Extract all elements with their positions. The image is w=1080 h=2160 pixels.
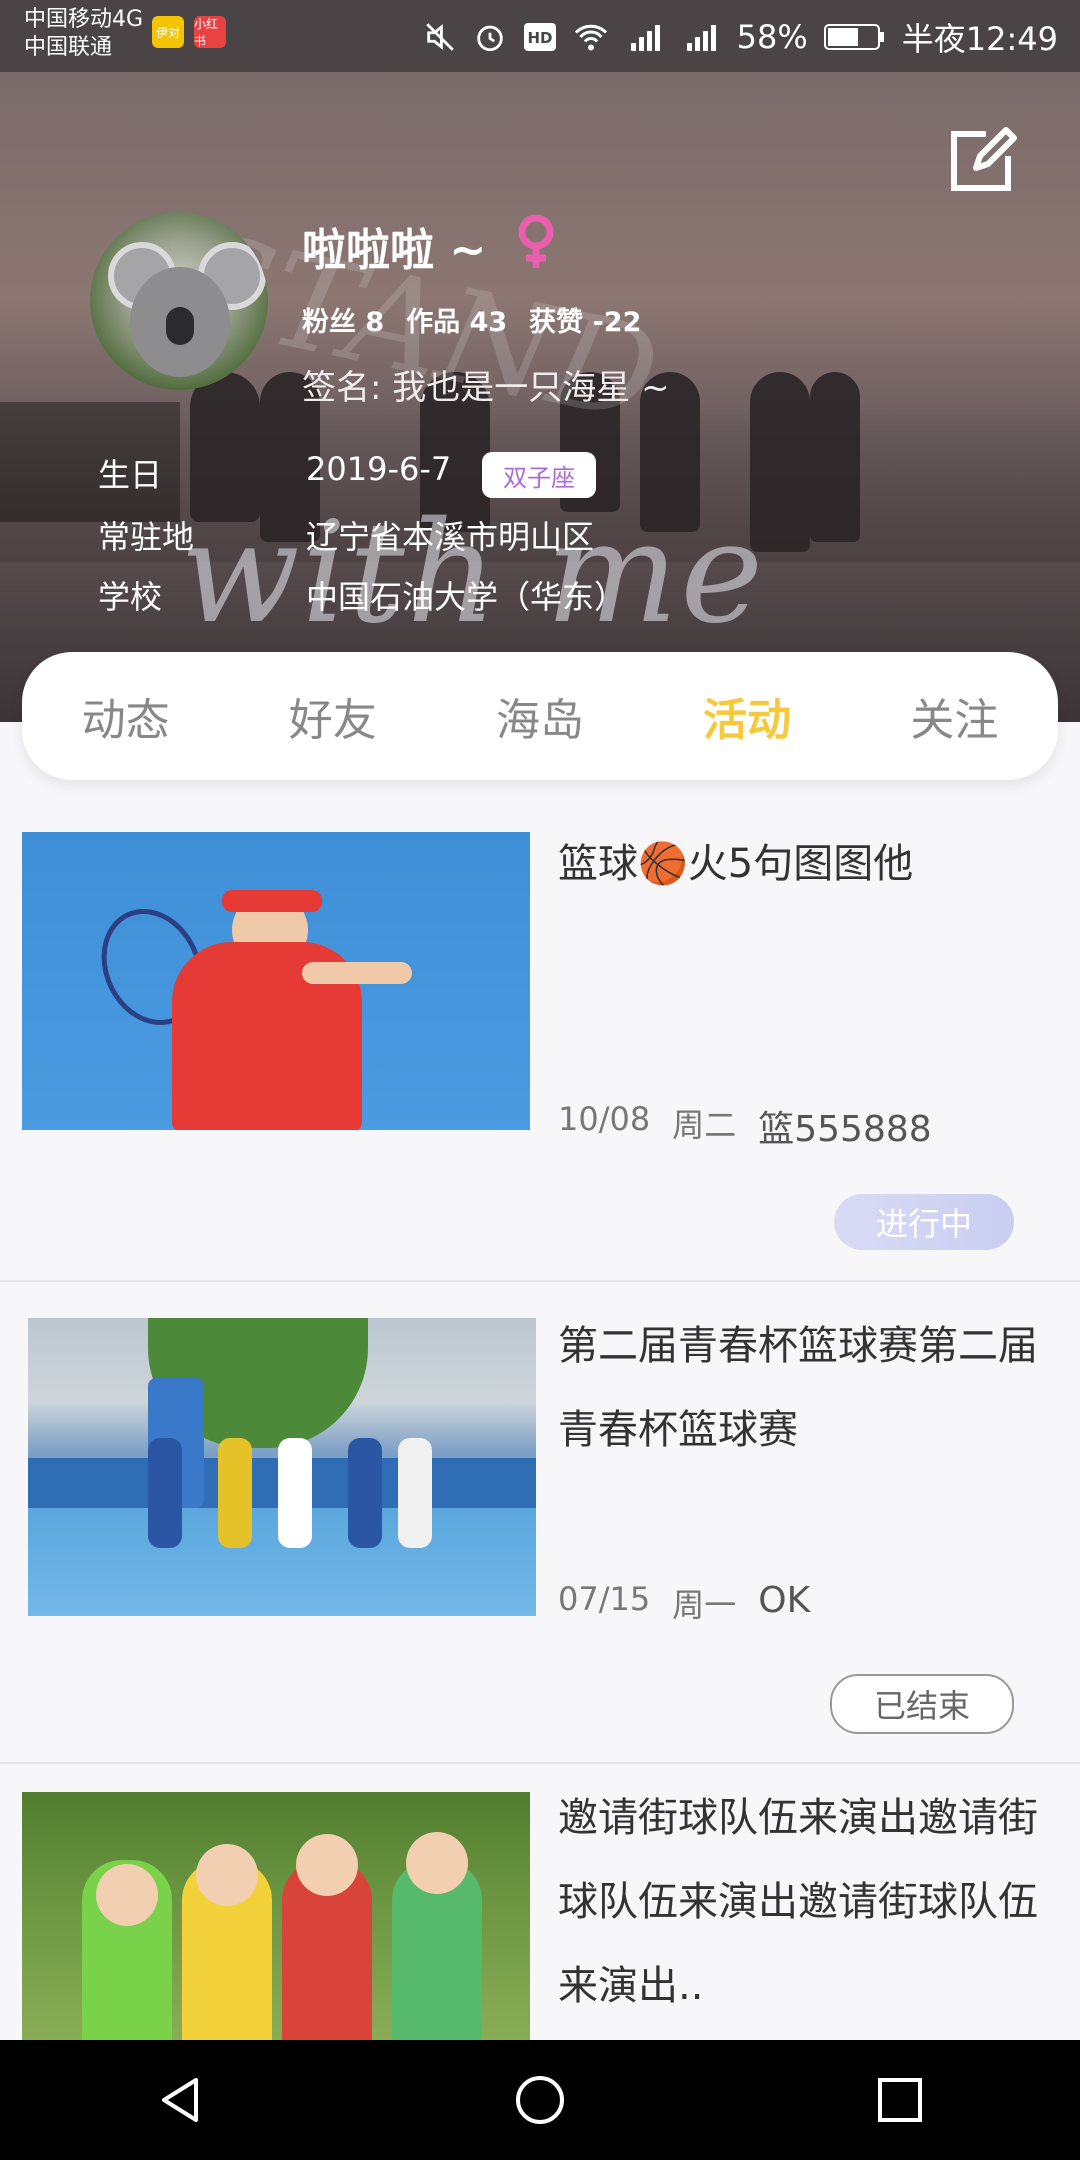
recent-apps-icon[interactable] xyxy=(872,2072,928,2128)
carrier-info: 中国移动4G 中国联通 xyxy=(24,6,143,62)
signal-4g-icon xyxy=(625,21,665,53)
profile-header: STAND with me 啦啦啦 ~ 粉丝 8 作品 43 获赞 -22 签名… xyxy=(0,72,1080,722)
kid-head xyxy=(196,1844,258,1906)
likes-count[interactable]: 获赞 -22 xyxy=(529,300,641,339)
profile-signature: 签名: 我也是一只海星 ~ xyxy=(302,368,670,408)
profile-tab-bar: 动态 好友 海岛 活动 关注 xyxy=(22,652,1058,780)
activity-title: 第二届青春杯篮球赛第二届青春杯篮球赛 xyxy=(558,1323,1038,1453)
activity-date: 07/15 xyxy=(558,1580,651,1618)
activity-code: 篮555888 xyxy=(758,1109,932,1150)
activity-meta: 07/15 周一 OK xyxy=(558,1580,810,1626)
activity-title: 邀请街球队伍来演出邀请街球队伍来演出邀请街球队伍来演出.. xyxy=(558,1795,1038,2009)
tab-following[interactable]: 关注 xyxy=(910,684,998,748)
carrier-secondary: 中国联通 xyxy=(24,35,113,60)
notification-apps: 伊对 小红书 xyxy=(152,16,226,48)
basketball-player xyxy=(348,1438,382,1548)
activity-meta: 10/08 周二 篮555888 xyxy=(558,1100,932,1152)
player-visor xyxy=(222,890,322,912)
status-badge: 已结束 xyxy=(830,1674,1014,1734)
hd-icon: HD xyxy=(523,22,557,52)
svg-text:HD: HD xyxy=(527,29,552,47)
activity-item[interactable]: 第二届青春杯篮球赛第二届青春杯篮球赛 07/15 周一 OK 已结束 xyxy=(0,1282,1080,1764)
koala-nose xyxy=(166,307,194,345)
kid-head xyxy=(296,1834,358,1896)
activity-thumbnail xyxy=(28,1318,536,1616)
edit-icon xyxy=(951,127,1017,191)
residence-value: 辽宁省本溪市明山区 xyxy=(306,518,595,556)
tab-friends[interactable]: 好友 xyxy=(289,684,377,748)
battery-icon xyxy=(823,22,886,52)
kid-head xyxy=(96,1864,158,1926)
tab-island[interactable]: 海岛 xyxy=(496,684,584,748)
activity-weekday: 周一 xyxy=(672,1586,737,1624)
activity-code: OK xyxy=(758,1580,811,1621)
birthday-label: 生日 xyxy=(98,456,163,494)
activity-weekday: 周二 xyxy=(672,1106,737,1144)
kid-head xyxy=(406,1832,468,1894)
female-icon xyxy=(514,212,558,276)
edit-profile-button[interactable] xyxy=(946,124,1018,196)
basketball-player xyxy=(278,1438,312,1548)
app-notification-icon: 伊对 xyxy=(152,16,184,48)
profile-name: 啦啦啦 ~ xyxy=(302,225,487,276)
basketball-player xyxy=(148,1438,182,1548)
carrier-primary: 中国移动4G xyxy=(24,7,144,32)
player-arm xyxy=(302,962,412,984)
basketball-player xyxy=(218,1438,252,1548)
signal-e-icon xyxy=(681,21,721,53)
clock-time: 半夜12:49 xyxy=(901,20,1058,58)
residence-label: 常驻地 xyxy=(98,518,195,556)
status-bar: 中国移动4G 中国联通 伊对 小红书 HD 58% 半夜12:49 xyxy=(0,0,1080,72)
activity-thumbnail xyxy=(22,1792,530,2040)
avatar[interactable] xyxy=(90,212,268,390)
battery-percent: 58% xyxy=(736,18,808,56)
home-icon[interactable] xyxy=(512,2072,568,2128)
activity-item[interactable]: 邀请街球队伍来演出邀请街球队伍来演出邀请街球队伍来演出.. xyxy=(0,1764,1080,2040)
works-count[interactable]: 作品 43 xyxy=(406,300,507,339)
activity-item[interactable]: 篮球🏀火5句图图他 10/08 周二 篮555888 进行中 xyxy=(0,800,1080,1282)
activity-date: 10/08 xyxy=(558,1100,651,1138)
basketball-player xyxy=(398,1438,432,1548)
system-nav-bar xyxy=(0,2040,1080,2160)
wifi-icon xyxy=(573,22,609,52)
school-value: 中国石油大学（华东） xyxy=(306,578,627,616)
app-notification-icon: 小红书 xyxy=(194,16,226,48)
status-icons: HD 58% 半夜12:49 xyxy=(423,14,1058,60)
status-badge: 进行中 xyxy=(834,1194,1014,1250)
school-label: 学校 xyxy=(98,578,163,616)
activity-title: 篮球🏀火5句图图他 xyxy=(558,841,914,887)
mute-icon xyxy=(423,20,457,54)
fans-count[interactable]: 粉丝 8 xyxy=(302,300,384,339)
activity-thumbnail xyxy=(22,832,530,1130)
background-person xyxy=(810,372,860,542)
zodiac-badge: 双子座 xyxy=(482,452,596,498)
birthday-value: 2019-6-7 xyxy=(306,450,452,488)
tab-moments[interactable]: 动态 xyxy=(82,684,170,748)
back-icon[interactable] xyxy=(152,2072,208,2128)
tab-activities[interactable]: 活动 xyxy=(703,684,791,748)
alarm-icon xyxy=(473,20,507,54)
profile-stats: 粉丝 8 作品 43 获赞 -22 xyxy=(302,300,641,339)
